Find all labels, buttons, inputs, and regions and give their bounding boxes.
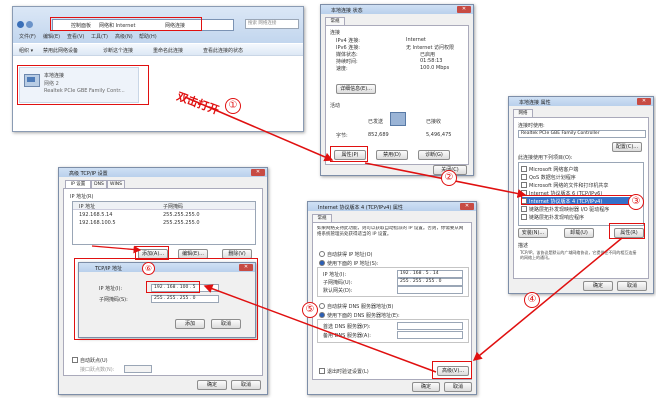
arrow-3 (472, 237, 623, 361)
step-4-marker: ④ (524, 292, 540, 308)
step-2-marker: ② (441, 170, 457, 186)
step-3-marker: ③ (628, 194, 644, 210)
step-1-marker: ① (225, 98, 241, 114)
arrow-5 (91, 245, 142, 254)
step-6-marker: ⑥ (142, 262, 155, 275)
arrow-4 (203, 284, 437, 373)
arrows-layer (91, 96, 623, 373)
step-5-marker: ⑤ (302, 302, 318, 318)
